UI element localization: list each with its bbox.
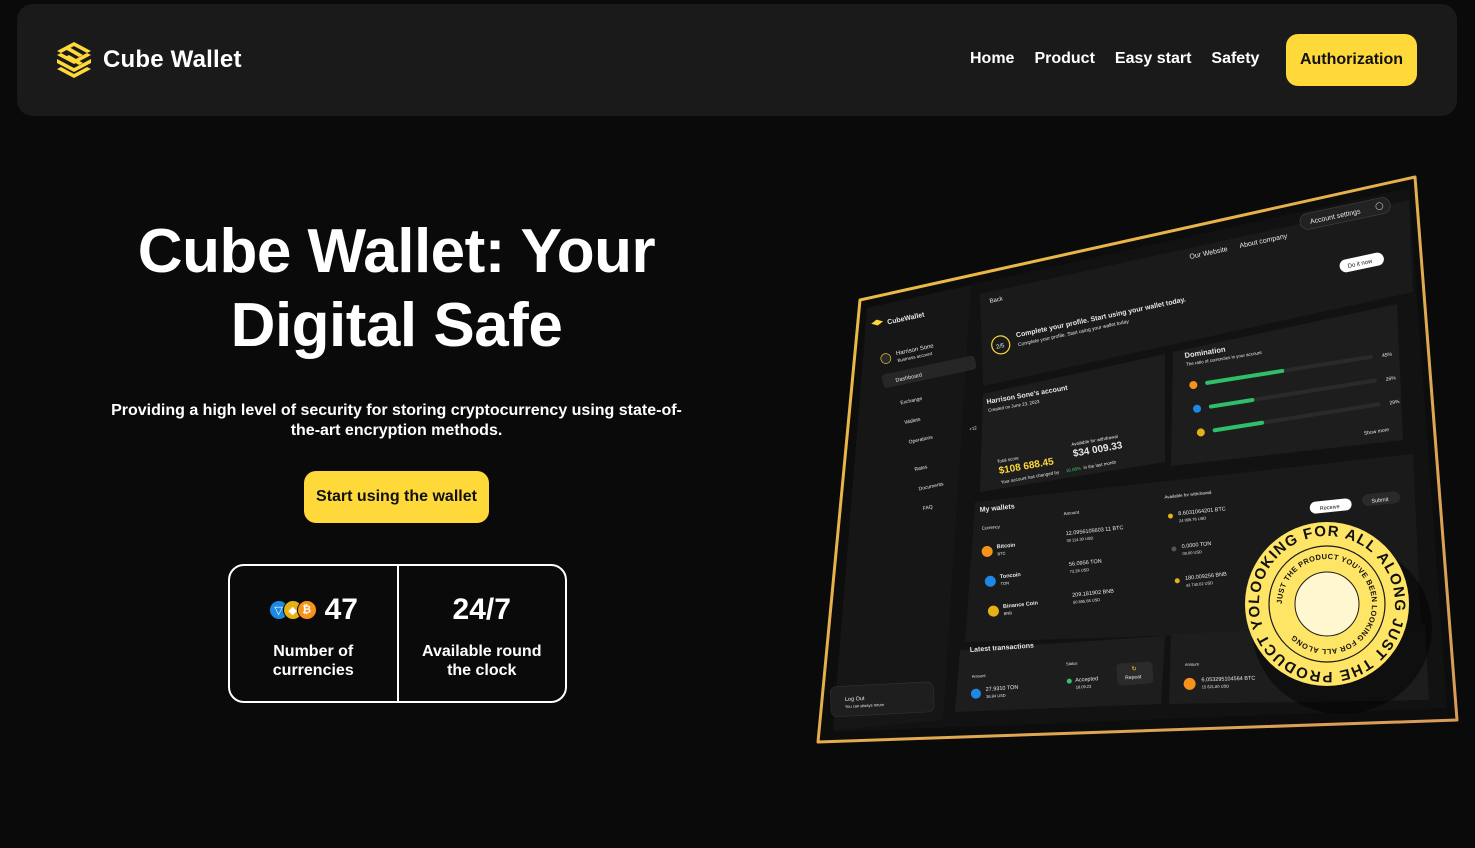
- logout-button[interactable]: Log Out You can always return: [830, 681, 935, 717]
- svg-text:Amount: Amount: [972, 673, 987, 679]
- hero-subtitle: Providing a high level of security for s…: [111, 402, 682, 439]
- repeat-icon: ↻: [1131, 665, 1137, 672]
- svg-text:BNB: BNB: [1003, 610, 1012, 616]
- bitcoin-icon: ₿: [296, 600, 317, 620]
- nav-home[interactable]: Home: [970, 50, 1014, 68]
- stat-value: 24/7: [452, 593, 511, 626]
- currency-icons: ▽ ◆ ₿: [268, 600, 317, 620]
- brand-name: Cube Wallet: [103, 46, 242, 73]
- stat-label: Available round the clock: [422, 643, 542, 679]
- svg-text:TON: TON: [1000, 580, 1009, 586]
- svg-text:Amount: Amount: [1185, 661, 1200, 667]
- hero-title-line2: Digital Safe: [230, 291, 563, 360]
- nav-product[interactable]: Product: [1034, 50, 1094, 68]
- hero-title-line1: Cube Wallet: Your: [137, 217, 656, 286]
- nav-safety[interactable]: Safety: [1211, 50, 1259, 68]
- start-wallet-button[interactable]: Start using the wallet: [304, 471, 489, 523]
- stat-label: Number of currencies: [272, 643, 354, 679]
- stat-currencies: ▽ ◆ ₿ 47 Number of currencies: [230, 566, 397, 701]
- stat-availability: 24/7 Available round the clock: [396, 566, 566, 701]
- main-nav: Home Product Easy start Safety: [970, 50, 1259, 68]
- tablet-screen: Our Website About company Account settin…: [809, 159, 1459, 744]
- svg-text:15 621.80 USD: 15 621.80 USD: [1202, 683, 1230, 689]
- svg-text:Log Out: Log Out: [845, 696, 865, 703]
- svg-text:BTC: BTC: [997, 551, 1006, 557]
- brand-logo[interactable]: Cube Wallet: [55, 40, 242, 80]
- site-header: Cube Wallet Home Product Easy start Safe…: [17, 4, 1457, 116]
- svg-text:Status: Status: [1066, 661, 1078, 667]
- stat-value: 47: [324, 593, 358, 626]
- cube-logo-icon: [57, 42, 91, 78]
- tablet-mockup: Our Website About company Account settin…: [809, 159, 1465, 747]
- hero-title: Cube Wallet: Your Digital Safe: [100, 215, 693, 363]
- authorization-button[interactable]: Authorization: [1286, 34, 1417, 86]
- stats-panel: ▽ ◆ ₿ 47 Number of currencies 24/7 Availa…: [228, 564, 567, 703]
- svg-text:Repeat: Repeat: [1125, 674, 1142, 681]
- nav-easy-start[interactable]: Easy start: [1115, 50, 1192, 68]
